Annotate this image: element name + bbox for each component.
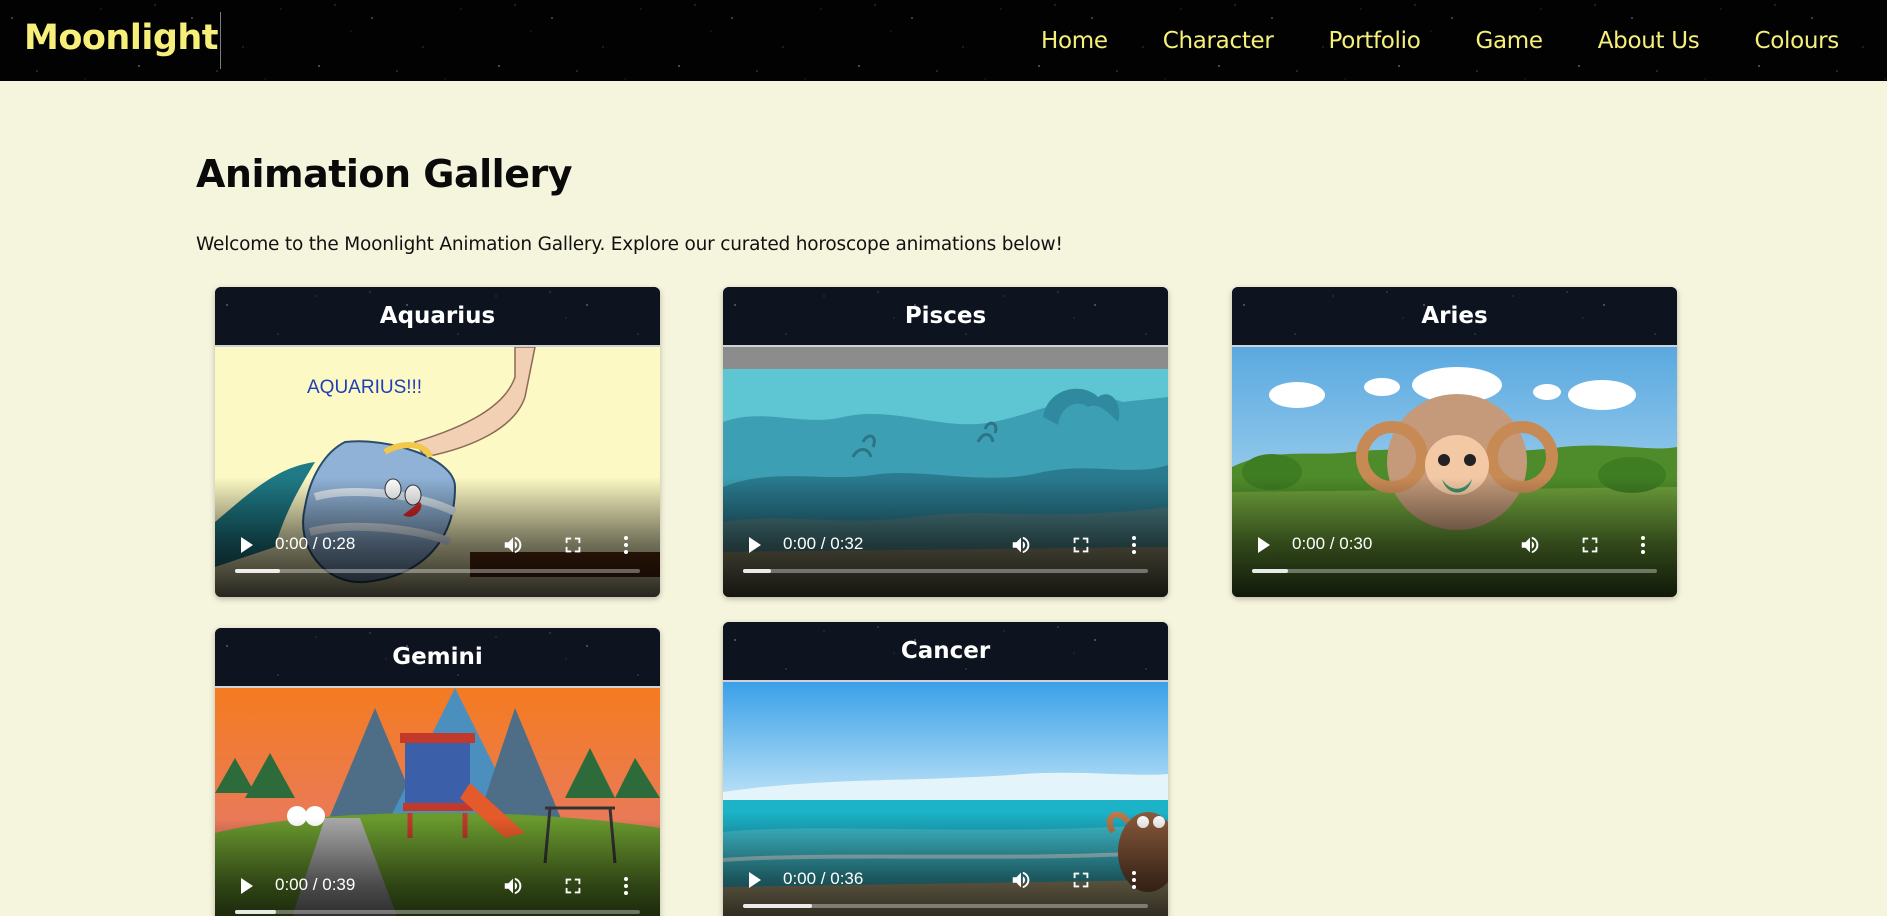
volume-icon[interactable]	[502, 875, 524, 897]
logo-divider	[220, 12, 221, 69]
video-controls-overlay	[723, 812, 1168, 916]
video-player-cancer[interactable]: 0:00 / 0:36	[723, 682, 1168, 916]
nav-link-colours[interactable]: Colours	[1754, 28, 1839, 54]
card-title-cancer: Cancer	[723, 622, 1168, 682]
play-icon[interactable]	[1258, 537, 1270, 553]
video-controls: 0:00 / 0:39	[215, 872, 660, 900]
video-controls: 0:00 / 0:30	[1232, 531, 1677, 559]
video-progress-bar[interactable]	[235, 569, 640, 573]
volume-icon[interactable]	[502, 534, 524, 556]
video-controls-overlay	[215, 818, 660, 916]
volume-icon[interactable]	[1519, 534, 1541, 556]
card-title-aquarius: Aquarius	[215, 287, 660, 347]
video-card-aries: Aries 0:00 / 0:30	[1232, 287, 1677, 597]
more-options-icon[interactable]	[1130, 869, 1138, 891]
fullscreen-icon[interactable]	[1070, 869, 1092, 891]
video-progress-bar[interactable]	[235, 910, 640, 914]
video-player-pisces[interactable]: 0:00 / 0:32	[723, 347, 1168, 597]
nav-link-game[interactable]: Game	[1475, 28, 1543, 54]
video-card-gemini: Gemini 0:00 / 0:39	[215, 628, 660, 916]
volume-icon[interactable]	[1010, 534, 1032, 556]
video-time: 0:00 / 0:30	[1292, 534, 1373, 553]
site-logo[interactable]: Moonlight	[24, 18, 219, 58]
video-controls: 0:00 / 0:36	[723, 866, 1168, 894]
video-controls: 0:00 / 0:28	[215, 531, 660, 559]
video-progress-bar[interactable]	[743, 904, 1148, 908]
more-options-icon[interactable]	[622, 875, 630, 897]
nav-link-character[interactable]: Character	[1163, 28, 1274, 54]
video-player-aries[interactable]: 0:00 / 0:30	[1232, 347, 1677, 597]
nav-link-about-us[interactable]: About Us	[1598, 28, 1700, 54]
more-options-icon[interactable]	[1130, 534, 1138, 556]
video-player-aquarius[interactable]: AQUARIUS!!! 0:00 / 0:28	[215, 347, 660, 597]
play-icon[interactable]	[749, 537, 761, 553]
video-time: 0:00 / 0:39	[275, 875, 356, 894]
volume-icon[interactable]	[1010, 869, 1032, 891]
card-title-pisces: Pisces	[723, 287, 1168, 347]
video-time: 0:00 / 0:36	[783, 869, 864, 888]
video-card-aquarius: Aquarius AQUARIUS!!! 0:00 / 0:28	[215, 287, 660, 597]
fullscreen-icon[interactable]	[1579, 534, 1601, 556]
card-title-aries: Aries	[1232, 287, 1677, 347]
more-options-icon[interactable]	[622, 534, 630, 556]
video-time: 0:00 / 0:32	[783, 534, 864, 553]
video-card-pisces: Pisces 0:00 / 0:32	[723, 287, 1168, 597]
play-icon[interactable]	[241, 537, 253, 553]
nav-link-home[interactable]: Home	[1041, 28, 1108, 54]
nav-link-portfolio[interactable]: Portfolio	[1329, 28, 1421, 54]
fullscreen-icon[interactable]	[562, 534, 584, 556]
card-title-gemini: Gemini	[215, 628, 660, 688]
nav-links: Home Character Portfolio Game About Us C…	[986, 0, 1839, 81]
video-player-gemini[interactable]: 0:00 / 0:39	[215, 688, 660, 916]
video-controls: 0:00 / 0:32	[723, 531, 1168, 559]
more-options-icon[interactable]	[1639, 534, 1647, 556]
intro-text: Welcome to the Moonlight Animation Galle…	[196, 234, 1063, 255]
fullscreen-icon[interactable]	[1070, 534, 1092, 556]
aquarius-scene-text: AQUARIUS!!!	[307, 377, 422, 398]
top-navbar: Moonlight Home Character Portfolio Game …	[0, 0, 1887, 81]
page-title: Animation Gallery	[196, 152, 572, 196]
video-time: 0:00 / 0:28	[275, 534, 356, 553]
video-card-cancer: Cancer 0:00 / 0:36	[723, 622, 1168, 916]
fullscreen-icon[interactable]	[562, 875, 584, 897]
play-icon[interactable]	[749, 872, 761, 888]
video-progress-bar[interactable]	[1252, 569, 1657, 573]
video-progress-bar[interactable]	[743, 569, 1148, 573]
play-icon[interactable]	[241, 878, 253, 894]
